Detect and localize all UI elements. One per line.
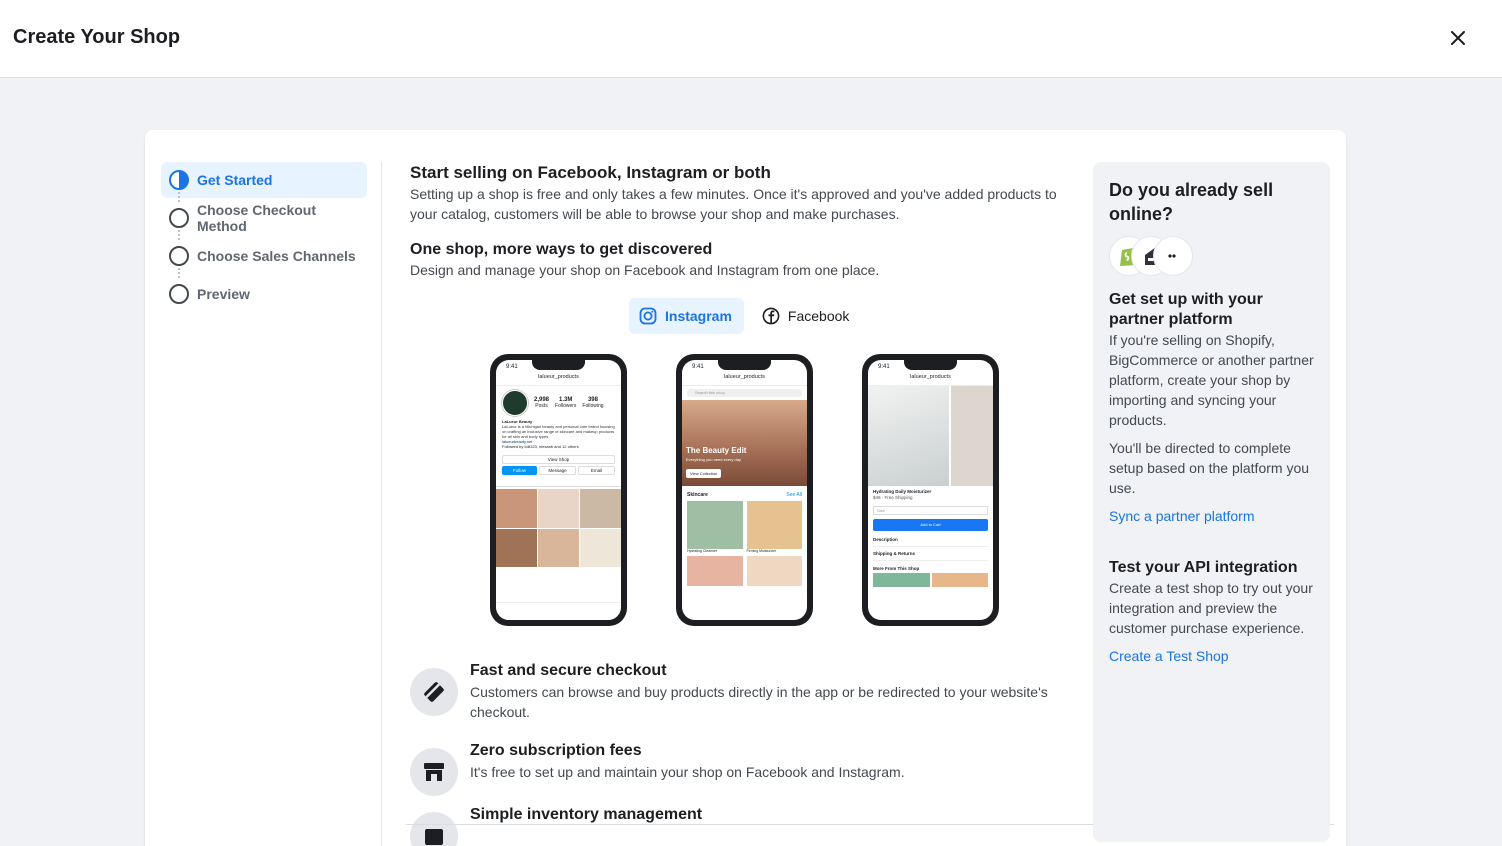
phone-product-preview: 9:41 lalueur_products Hydrating Daily Mo… xyxy=(862,354,999,626)
feature-item: Zero subscription fees It's free to set … xyxy=(410,740,1070,804)
facebook-tab-label: Facebook xyxy=(787,308,850,324)
shop-handle: lalueur_products xyxy=(682,374,807,386)
step-label: Preview xyxy=(197,286,250,302)
posts-label: Posts xyxy=(535,403,548,409)
size-select: Size xyxy=(873,506,988,515)
phone-screen: 9:41 lalueur_products 2,998 Posts 1.3M Fol… xyxy=(496,360,621,620)
banner-subtitle: Everything you need every day xyxy=(686,457,741,462)
feature-title: Fast and secure checkout xyxy=(470,662,667,679)
platform-toggle: Instagram Facebook xyxy=(629,298,861,334)
facebook-tab[interactable]: Facebook xyxy=(752,298,861,334)
store-icon xyxy=(410,748,458,796)
see-all-link: See All xyxy=(786,492,802,498)
card-icon xyxy=(410,668,458,716)
feature-list: Fast and secure checkout Customers can b… xyxy=(410,660,1070,846)
main-content: Start selling on Facebook, Instagram or … xyxy=(410,162,1070,626)
step-label: Choose Sales Channels xyxy=(197,248,356,264)
product-image xyxy=(687,501,743,549)
product-name: Firming Moisturizer xyxy=(746,549,777,553)
email-button: Email xyxy=(578,466,615,475)
profile-tab-bar xyxy=(496,477,621,487)
product-handle: lalueur_products xyxy=(868,374,993,386)
photo-grid xyxy=(496,489,621,567)
step-list: Get Started Choose Checkout Method Choos… xyxy=(161,162,367,314)
feature-title: Simple inventory management xyxy=(470,806,703,823)
shipping-row: Shipping & Returns xyxy=(873,551,988,561)
banner-title: The Beauty Edit xyxy=(686,446,747,455)
phone-notch xyxy=(532,360,585,370)
step-preview[interactable]: Preview xyxy=(161,276,367,312)
phone-profile-preview: 9:41 lalueur_products 2,998 Posts 1.3M Fol… xyxy=(490,354,627,626)
follow-button: Follow xyxy=(502,466,537,475)
description-row: Description xyxy=(873,537,988,547)
profile-bio: LaLueur is a Michigan beauty and persona… xyxy=(502,424,615,439)
message-button: Message xyxy=(539,466,576,475)
step-circle-icon xyxy=(169,246,189,266)
vertical-divider xyxy=(381,162,382,846)
phone-notch xyxy=(904,360,957,370)
phone-screen: 9:41 lalueur_products Search this shop T… xyxy=(682,360,807,620)
phone-previews: 9:41 lalueur_products 2,998 Posts 1.3M Fol… xyxy=(490,354,1000,626)
close-icon[interactable] xyxy=(1446,26,1470,50)
add-to-cart-button: Add to Cart xyxy=(873,519,988,531)
step-circle-icon xyxy=(169,208,189,228)
beauty-edit-banner: The Beauty Edit Everything you need ever… xyxy=(682,400,807,486)
feature-item: Fast and secure checkout Customers can b… xyxy=(410,660,1070,740)
facebook-icon xyxy=(762,307,780,325)
discover-text: Design and manage your shop on Facebook … xyxy=(410,262,880,278)
step-choose-checkout-method[interactable]: Choose Checkout Method xyxy=(161,200,367,240)
profile-followed-by: Followed by lolli323, elesanb and 12 oth… xyxy=(502,444,579,449)
phone-notch xyxy=(718,360,771,370)
product-image xyxy=(746,501,802,549)
instagram-icon xyxy=(639,307,657,325)
phone-shop-preview: 9:41 lalueur_products Search this shop T… xyxy=(676,354,813,626)
main-title: Start selling on Facebook, Instagram or … xyxy=(410,163,771,182)
shop-search: Search this shop xyxy=(687,389,802,397)
view-shop-button: View Shop xyxy=(502,455,615,464)
bottom-nav xyxy=(496,602,621,620)
step-progress-icon xyxy=(169,170,189,190)
profile-avatar xyxy=(502,390,528,416)
product-price: $48 · Free Shipping xyxy=(873,495,913,500)
partner-logos xyxy=(1109,236,1314,276)
more-partners-icon xyxy=(1153,236,1193,276)
profile-handle: lalueur_products xyxy=(496,374,621,386)
feature-title: Zero subscription fees xyxy=(470,742,642,759)
create-test-shop-link[interactable]: Create a Test Shop xyxy=(1109,646,1314,666)
panel-heading: Do you already sell online? xyxy=(1109,180,1274,224)
step-label: Choose Checkout Method xyxy=(197,202,317,234)
phone-screen: 9:41 lalueur_products Hydrating Daily Mo… xyxy=(868,360,993,620)
following-label: Following xyxy=(582,403,604,409)
product-hero-image xyxy=(868,386,993,486)
step-choose-sales-channels[interactable]: Choose Sales Channels xyxy=(161,238,367,278)
discover-title: One shop, more ways to get discovered xyxy=(410,241,713,258)
api-text: Create a test shop to try out your integ… xyxy=(1109,580,1313,636)
instagram-tab-label: Instagram xyxy=(665,308,732,324)
page-title: Create Your Shop xyxy=(13,26,181,48)
intro-text: Setting up a shop is free and only takes… xyxy=(410,186,1057,222)
feature-text: Customers can browse and buy products di… xyxy=(470,684,1048,720)
api-title: Test your API integration xyxy=(1109,559,1298,576)
shop-section-title: Skincare xyxy=(687,492,708,498)
partner-text-2: You'll be directed to complete setup bas… xyxy=(1109,440,1310,496)
step-label: Get Started xyxy=(197,172,273,188)
partner-text: If you're selling on Shopify, BigCommerc… xyxy=(1109,332,1314,428)
feature-text: It's free to set up and maintain your sh… xyxy=(470,764,905,780)
step-get-started[interactable]: Get Started xyxy=(161,162,367,202)
followers-label: Followers xyxy=(555,403,577,409)
setup-card: Get Started Choose Checkout Method Choos… xyxy=(145,130,1346,846)
sync-partner-link[interactable]: Sync a partner platform xyxy=(1109,506,1314,526)
step-circle-icon xyxy=(169,284,189,304)
partner-panel: Do you already sell online? Get set up w… xyxy=(1093,162,1330,842)
top-bar: Create Your Shop xyxy=(0,0,1502,78)
instagram-tab[interactable]: Instagram xyxy=(629,298,744,334)
feature-item: Simple inventory management xyxy=(410,804,1070,846)
view-collection-button: View Collection xyxy=(686,469,722,478)
box-icon xyxy=(410,812,458,846)
partner-title: Get set up with your partner platform xyxy=(1109,291,1263,328)
product-name: Hydrating Cleanser xyxy=(687,549,717,553)
